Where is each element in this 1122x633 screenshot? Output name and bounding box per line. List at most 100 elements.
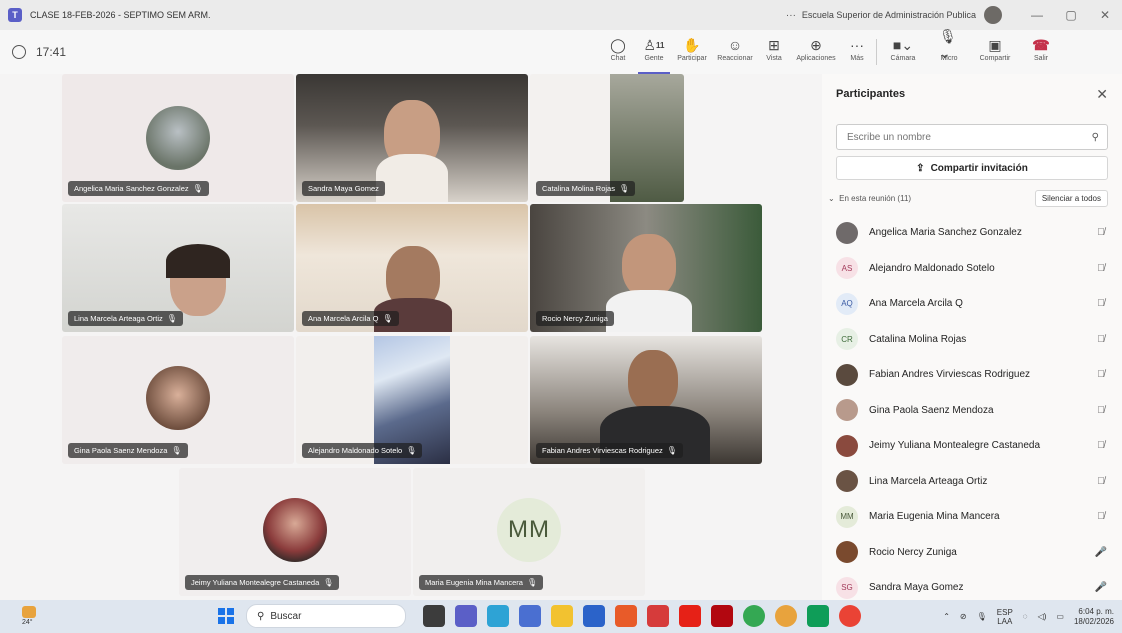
avatar xyxy=(263,498,327,562)
leave-button[interactable]: ☎ Salir xyxy=(1027,30,1055,74)
video-tile[interactable]: Jeimy Yuliana Montealegre Castaneda 🎙 xyxy=(179,468,411,596)
participant-name: Lina Marcela Arteaga Ortiz xyxy=(869,475,988,487)
section-header[interactable]: ⌄ En esta reunión (11) xyxy=(828,194,911,203)
name-tag: Angelica Maria Sanchez Gonzalez 🎙 xyxy=(68,181,209,196)
share-screen-icon: ▣ xyxy=(988,36,1002,53)
mute-all-button[interactable]: Silenciar a todos xyxy=(1034,190,1108,207)
share-button[interactable]: ▣ Compartir xyxy=(975,30,1015,74)
video-tile[interactable]: Alejandro Maldonado Sotelo 🎙 xyxy=(296,336,528,464)
avatar xyxy=(836,470,858,493)
raise-hand-button[interactable]: ✋ Participar xyxy=(674,30,710,74)
mic-off-icon: 🎙̸ xyxy=(1097,440,1105,452)
participant-name: Gina Paola Saenz Mendoza xyxy=(869,404,994,416)
weather-widget[interactable]: 24° xyxy=(22,606,36,626)
more-options-icon[interactable]: ··· xyxy=(786,10,796,21)
video-stage: Angelica Maria Sanchez Gonzalez 🎙 Sandra … xyxy=(0,74,822,600)
network-off-icon[interactable]: ⊘ xyxy=(960,612,967,621)
close-window-button[interactable]: ✕ xyxy=(1088,8,1122,22)
youtube-icon[interactable] xyxy=(679,605,701,627)
video-tile[interactable]: Fabian Andres Virviescas Rodriguez 🎙 xyxy=(530,336,762,464)
video-tile[interactable]: Catalina Molina Rojas 🎙 xyxy=(530,74,684,202)
react-button[interactable]: ☺ Reaccionar xyxy=(714,30,756,74)
video-tile[interactable]: Angelica Maria Sanchez Gonzalez 🎙 xyxy=(62,74,294,202)
system-tray: ⌃ ⊘ 🎙 ESP LAA ◌ ◁) ▭ 6:04 p. m. 18/02/2026 xyxy=(943,600,1114,633)
name-tag: Lina Marcela Arteaga Ortiz 🎙 xyxy=(68,311,183,326)
restore-button[interactable]: ▢ xyxy=(1054,8,1088,22)
clock[interactable]: 6:04 p. m. 18/02/2026 xyxy=(1074,607,1114,627)
app-icon[interactable] xyxy=(615,605,637,627)
participant-search[interactable]: ⚲ xyxy=(836,124,1108,150)
netflix-icon[interactable] xyxy=(711,605,733,627)
mic-off-icon: 🎙⌄ xyxy=(939,28,957,61)
avatar: CR xyxy=(836,328,858,351)
name-tag: Jeimy Yuliana Montealegre Castaneda 🎙 xyxy=(185,575,340,590)
avatar: MM xyxy=(836,505,858,528)
more-button[interactable]: ··· Más xyxy=(844,30,870,74)
participant-row[interactable]: Angelica Maria Sanchez Gonzalez 🎙̸ xyxy=(822,215,1122,251)
participant-name: Maria Eugenia Mina Mancera xyxy=(869,511,1000,523)
video-tile[interactable]: Sandra Maya Gomez xyxy=(296,74,528,202)
search-input[interactable] xyxy=(845,130,1092,144)
avatar: AS xyxy=(836,257,858,280)
store-icon[interactable] xyxy=(807,605,829,627)
mic-off-icon: 🎙̸ xyxy=(1097,333,1105,345)
participant-name: Catalina Molina Rojas xyxy=(869,333,967,345)
video-tile[interactable]: Rocio Nercy Zuniga xyxy=(530,204,762,332)
video-tile[interactable]: Ana Marcela Arcila Q 🎙 xyxy=(296,204,528,332)
view-button[interactable]: ⊞ Vista xyxy=(760,30,788,74)
video-tile[interactable]: MM Maria Eugenia Mina Mancera 🎙 xyxy=(413,468,645,596)
start-button[interactable] xyxy=(218,608,234,624)
mic-off-icon: 🎙̸ xyxy=(1097,404,1105,416)
task-view-icon[interactable] xyxy=(423,605,445,627)
camera-button[interactable]: ■⌄ Cámara xyxy=(883,30,923,74)
avatar xyxy=(836,399,858,422)
video-tile[interactable]: Lina Marcela Arteaga Ortiz 🎙 xyxy=(62,204,294,332)
wifi-icon[interactable]: ◌ xyxy=(1023,612,1028,621)
participant-row[interactable]: Lina Marcela Arteaga Ortiz 🎙̸ xyxy=(822,464,1122,500)
volume-icon[interactable]: ◁) xyxy=(1038,612,1047,621)
teams-work-icon[interactable] xyxy=(519,605,541,627)
minimize-button[interactable]: — xyxy=(1020,8,1054,22)
participant-row[interactable]: Jeimy Yuliana Montealegre Castaneda 🎙̸ xyxy=(822,428,1122,464)
chevron-up-icon[interactable]: ⌃ xyxy=(943,612,950,621)
share-invite-button[interactable]: ⇪ Compartir invitación xyxy=(836,156,1108,180)
mic-off-icon: 🎙 xyxy=(166,314,177,323)
avatar xyxy=(836,221,858,244)
title-bar: T CLASE 18-FEB-2026 - SEPTIMO SEM ARM. ·… xyxy=(0,0,1122,30)
close-icon[interactable]: ✕ xyxy=(1096,86,1108,103)
mcafee-icon[interactable] xyxy=(647,605,669,627)
participant-row[interactable]: CR Catalina Molina Rojas 🎙̸ xyxy=(822,322,1122,358)
timer-text: 17:41 xyxy=(36,45,67,59)
participant-name: Angelica Maria Sanchez Gonzalez xyxy=(869,227,1022,239)
file-explorer-icon[interactable] xyxy=(551,605,573,627)
participant-row[interactable]: Rocio Nercy Zuniga 🎤 xyxy=(822,535,1122,571)
participant-row[interactable]: Fabian Andres Virviescas Rodriguez 🎙̸ xyxy=(822,357,1122,393)
participant-row[interactable]: AS Alejandro Maldonado Sotelo 🎙̸ xyxy=(822,251,1122,287)
photos-icon[interactable] xyxy=(583,605,605,627)
avatar: MM xyxy=(497,498,561,562)
chat-button[interactable]: ◯ Chat xyxy=(604,30,632,74)
chrome-alt-icon[interactable] xyxy=(839,605,861,627)
participant-row[interactable]: MM Maria Eugenia Mina Mancera 🎙̸ xyxy=(822,499,1122,535)
teams-icon[interactable] xyxy=(455,605,477,627)
name-tag: Gina Paola Saenz Mendoza 🎙 xyxy=(68,443,188,458)
chrome-icon[interactable] xyxy=(743,605,765,627)
battery-icon[interactable]: ▭ xyxy=(1056,612,1064,621)
user-avatar[interactable] xyxy=(984,6,1002,24)
edge-icon[interactable] xyxy=(487,605,509,627)
mic-off-icon: 🎙̸ xyxy=(1097,475,1105,487)
chrome-profile-icon[interactable] xyxy=(775,605,797,627)
language-indicator[interactable]: ESP LAA xyxy=(997,608,1013,626)
mic-button[interactable]: 🎙⌄ Micro xyxy=(929,28,969,74)
taskbar-search[interactable]: ⚲ Buscar xyxy=(246,604,406,628)
participant-row[interactable]: Gina Paola Saenz Mendoza 🎙̸ xyxy=(822,393,1122,429)
participant-row[interactable]: AQ Ana Marcela Arcila Q 🎙̸ xyxy=(822,286,1122,322)
add-app-icon: ⊕ xyxy=(810,36,822,53)
people-button[interactable]: ♙ 11 Gente xyxy=(638,30,670,74)
avatar xyxy=(146,106,210,170)
video-tile[interactable]: Gina Paola Saenz Mendoza 🎙 xyxy=(62,336,294,464)
hang-up-icon: ☎ xyxy=(1032,36,1050,53)
apps-button[interactable]: ⊕ Aplicaciones xyxy=(792,30,840,74)
mic-off-icon[interactable]: 🎙 xyxy=(977,612,987,621)
avatar: AQ xyxy=(836,292,858,315)
